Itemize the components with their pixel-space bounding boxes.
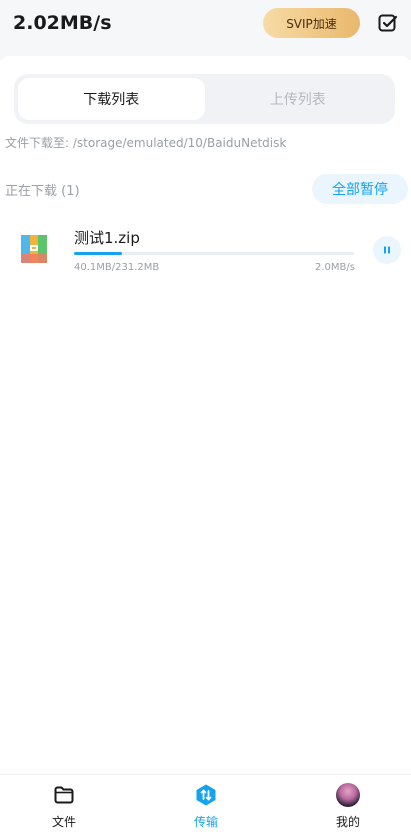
- tab-download-list[interactable]: 下载列表: [18, 78, 205, 120]
- nav-me-label: 我的: [335, 815, 360, 829]
- download-path: 文件下载至: /storage/emulated/10/BaiduNetdisk: [5, 136, 287, 150]
- nav-transfer-label: 传输: [193, 815, 218, 829]
- progress-fill: [74, 252, 122, 255]
- downloading-section-title: 正在下载 (1): [5, 184, 80, 199]
- top-header: 2.02MB/s SVIP加速: [0, 0, 411, 50]
- folder-icon: [54, 786, 74, 804]
- download-rate: 2.0MB/s: [315, 262, 355, 273]
- download-speed: 2.02MB/s: [13, 12, 112, 34]
- nav-files[interactable]: 文件: [34, 783, 94, 833]
- nav-transfer[interactable]: 传输: [176, 783, 236, 833]
- nav-files-label: 文件: [51, 815, 76, 829]
- multi-select-icon[interactable]: [377, 12, 399, 34]
- content-card-top: [0, 56, 411, 66]
- svip-accelerate-button[interactable]: SVIP加速: [263, 8, 360, 38]
- nav-me[interactable]: 我的: [318, 783, 378, 833]
- download-list-item[interactable]: 测试1.zip 40.1MB/231.2MB 2.0MB/s: [0, 222, 411, 282]
- avatar: [336, 783, 360, 807]
- pause-button[interactable]: [373, 236, 401, 264]
- transfer-icon: [196, 784, 216, 806]
- progress-bar: [74, 252, 354, 255]
- tab-upload-list[interactable]: 上传列表: [205, 78, 392, 120]
- pause-all-button[interactable]: 全部暂停: [312, 174, 408, 204]
- zip-file-icon: [21, 235, 47, 263]
- file-name: 测试1.zip: [74, 229, 140, 247]
- pause-icon: [384, 246, 390, 254]
- bottom-navigation: 文件 传输 我的: [0, 774, 411, 836]
- file-size-progress: 40.1MB/231.2MB: [74, 262, 160, 273]
- transfer-tabs: 下载列表 上传列表: [14, 74, 395, 124]
